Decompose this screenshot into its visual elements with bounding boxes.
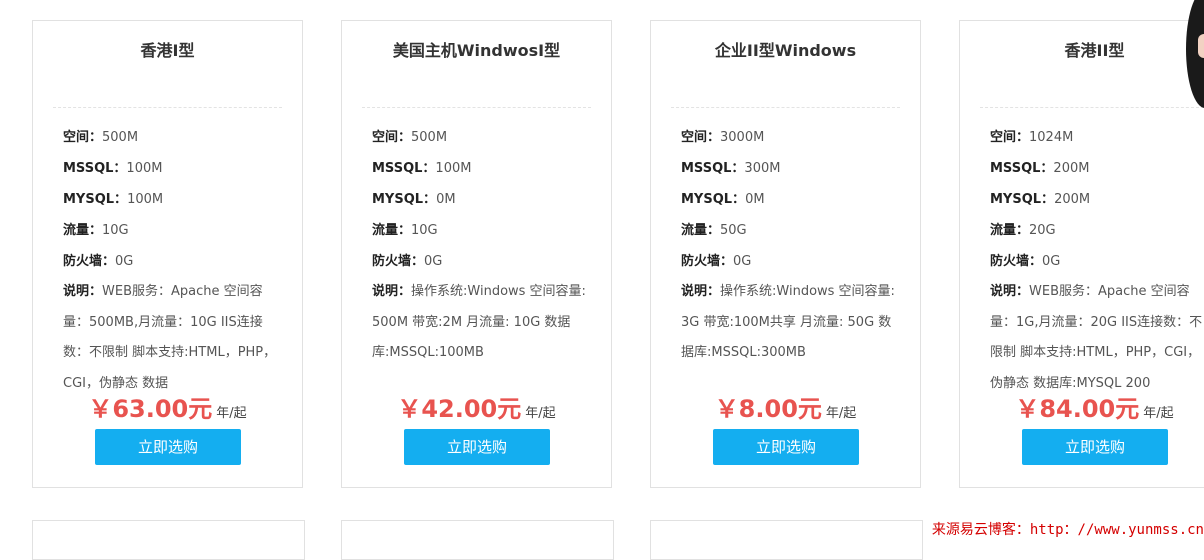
price-amount: ￥63.00元 (88, 395, 213, 423)
product-card-row2-2 (341, 520, 614, 560)
spec-mysql: MYSQL：0M (372, 192, 456, 207)
product-card-3: 企业II型Windows 空间：3000M MSSQL：300M MYSQL：0… (650, 20, 921, 488)
price-unit: 年/起 (1143, 406, 1174, 421)
spec-firewall: 防火墙：0G (372, 254, 443, 269)
spec-mysql: MYSQL：0M (681, 192, 765, 207)
spec-space: 空间：3000M (681, 130, 765, 145)
spec-mysql: MYSQL：100M (63, 192, 164, 207)
spec-description: 说明：操作系统:Windows 空间容量: 3G 带宽:100M共享 月流量: … (681, 284, 895, 360)
spec-traffic: 流量：10G (63, 223, 129, 238)
spec-traffic: 流量：20G (990, 223, 1056, 238)
spec-mssql: MSSQL：100M (372, 161, 472, 176)
card-title: 企业II型Windows (714, 41, 857, 60)
product-card-4: 香港II型 空间：1024M MSSQL：200M MYSQL：200M 流量：… (959, 20, 1204, 488)
price: ￥84.00元 年/起 (960, 389, 1204, 424)
divider (53, 107, 282, 108)
spec-mysql: MYSQL：200M (990, 192, 1091, 207)
price: ￥8.00元 年/起 (651, 389, 920, 424)
spec-firewall: 防火墙：0G (63, 254, 134, 269)
price: ￥63.00元 年/起 (33, 389, 302, 424)
price-unit: 年/起 (825, 406, 857, 421)
buy-now-button[interactable]: 立即选购 (95, 429, 241, 465)
spec-mssql: MSSQL：300M (681, 161, 781, 176)
spec-description: 说明：操作系统:Windows 空间容量: 500M 带宽:2M 月流量: 10… (372, 284, 586, 360)
spec-mssql: MSSQL：200M (990, 161, 1090, 176)
price-amount: ￥42.00元 (397, 395, 522, 423)
spec-traffic: 流量：50G (681, 223, 747, 238)
product-card-row2-3 (650, 520, 923, 560)
card-title: 美国主机WindwosI型 (392, 41, 561, 60)
spec-firewall: 防火墙：0G (681, 254, 752, 269)
spec-space: 空间：1024M (990, 130, 1074, 145)
price-amount: ￥8.00元 (714, 395, 822, 423)
buy-now-button[interactable]: 立即选购 (404, 429, 550, 465)
price-unit: 年/起 (216, 406, 247, 421)
spec-list: 空间：3000M MSSQL：300M MYSQL：0M 流量：50G 防火墙：… (681, 122, 904, 369)
spec-space: 空间：500M (372, 130, 448, 145)
source-watermark: 来源易云博客：http：//www.yunmss.cn (929, 519, 1204, 539)
card-title: 香港I型 (140, 41, 195, 60)
price-unit: 年/起 (525, 406, 556, 421)
product-card-2: 美国主机WindwosI型 空间：500M MSSQL：100M MYSQL：0… (341, 20, 612, 488)
divider (980, 107, 1204, 108)
spec-list: 空间：1024M MSSQL：200M MYSQL：200M 流量：20G 防火… (990, 122, 1204, 399)
spec-traffic: 流量：10G (372, 223, 438, 238)
spec-list: 空间：500M MSSQL：100M MYSQL：100M 流量：10G 防火墙… (63, 122, 286, 399)
product-card-row2-1 (32, 520, 305, 560)
price: ￥42.00元 年/起 (342, 389, 611, 424)
spec-mssql: MSSQL：100M (63, 161, 163, 176)
spec-space: 空间：500M (63, 130, 139, 145)
divider (362, 107, 591, 108)
buy-now-button[interactable]: 立即选购 (713, 429, 859, 465)
spec-description: 说明：WEB服务：Apache 空间容量：500MB,月流量：10G IIS连接… (63, 284, 277, 391)
spec-list: 空间：500M MSSQL：100M MYSQL：0M 流量：10G 防火墙：0… (372, 122, 595, 369)
price-amount: ￥84.00元 (1015, 395, 1140, 423)
buy-now-button[interactable]: 立即选购 (1022, 429, 1168, 465)
mascot-face (1198, 34, 1204, 58)
divider (671, 107, 900, 108)
spec-description: 说明：WEB服务：Apache 空间容量：1G,月流量：20G IIS连接数：不… (990, 284, 1203, 391)
product-card-1: 香港I型 空间：500M MSSQL：100M MYSQL：100M 流量：10… (32, 20, 303, 488)
card-title: 香港II型 (1064, 41, 1125, 60)
spec-firewall: 防火墙：0G (990, 254, 1061, 269)
